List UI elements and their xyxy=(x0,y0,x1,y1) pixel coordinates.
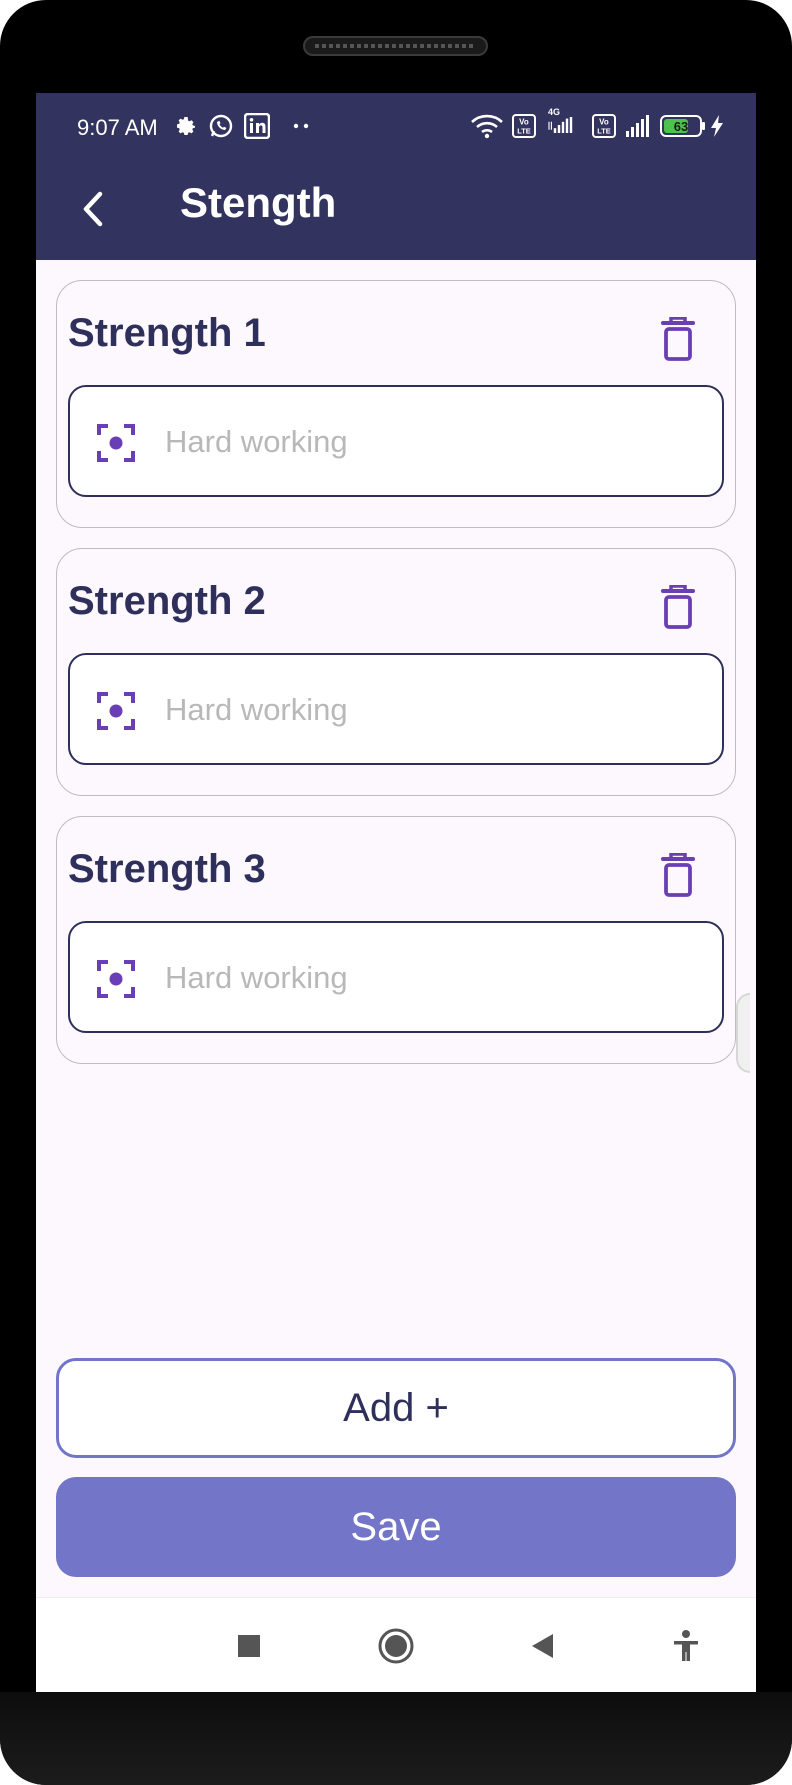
network-type-label: 4G xyxy=(548,107,561,117)
strength-field-3 xyxy=(68,921,724,1033)
status-bar: 9:07 AM Vo LTE 4G Vo LTE 63 xyxy=(36,93,756,159)
battery-level: 63 xyxy=(674,119,688,134)
strength-title-2: Strength 2 xyxy=(68,579,266,623)
strength-card-1: Strength 1 xyxy=(56,280,736,528)
strength-card-3: Strength 3 xyxy=(56,816,736,1064)
charging-icon xyxy=(710,113,724,139)
delete-strength-1-button[interactable] xyxy=(661,316,695,361)
strength-input-3[interactable] xyxy=(165,953,685,1003)
whatsapp-icon xyxy=(208,113,234,139)
signal-icon-2 xyxy=(622,113,652,139)
linkedin-icon xyxy=(244,113,270,139)
back-button[interactable] xyxy=(66,179,126,239)
svg-text:LTE: LTE xyxy=(597,127,611,136)
phone-bottom-bezel xyxy=(0,1692,792,1785)
volte-icon: Vo LTE xyxy=(512,113,536,139)
focus-target-icon xyxy=(97,960,135,998)
strength-card-2: Strength 2 xyxy=(56,548,736,796)
strength-input-1[interactable] xyxy=(165,417,685,467)
strength-title-1: Strength 1 xyxy=(68,311,266,355)
svg-text:Vo: Vo xyxy=(599,118,609,127)
save-button[interactable]: Save xyxy=(56,1477,736,1577)
recents-square-icon xyxy=(238,1635,260,1657)
trash-icon xyxy=(661,852,695,897)
more-dots-icon xyxy=(292,113,312,139)
volte-icon-2: Vo LTE xyxy=(592,113,616,139)
svg-text:LTE: LTE xyxy=(517,127,531,136)
battery-icon: 63 xyxy=(660,113,706,139)
chevron-left-icon xyxy=(83,191,103,227)
trash-icon xyxy=(661,316,695,361)
home-button[interactable] xyxy=(376,1626,416,1666)
accessibility-button[interactable] xyxy=(666,1626,706,1666)
strength-input-2[interactable] xyxy=(165,685,685,735)
delete-strength-2-button[interactable] xyxy=(661,584,695,629)
top-bar: 9:07 AM Vo LTE 4G Vo LTE 63 Stength xyxy=(36,93,756,260)
signal-icon: 4G xyxy=(544,107,578,133)
recents-button[interactable] xyxy=(229,1626,269,1666)
focus-target-icon xyxy=(97,424,135,462)
scroll-handle[interactable] xyxy=(736,993,750,1073)
strength-field-2 xyxy=(68,653,724,765)
focus-target-icon xyxy=(97,692,135,730)
back-triangle-icon xyxy=(532,1634,553,1658)
back-nav-button[interactable] xyxy=(523,1626,563,1666)
app-screen: 9:07 AM Vo LTE 4G Vo LTE 63 Stength Stre… xyxy=(36,93,756,1692)
settings-icon xyxy=(174,113,198,139)
strength-field-1 xyxy=(68,385,724,497)
strength-title-3: Strength 3 xyxy=(68,847,266,891)
home-circle-icon xyxy=(378,1628,414,1664)
trash-icon xyxy=(661,584,695,629)
phone-frame: 9:07 AM Vo LTE 4G Vo LTE 63 Stength Stre… xyxy=(0,0,792,1785)
phone-speaker xyxy=(303,36,488,56)
add-strength-button[interactable]: Add + xyxy=(56,1358,736,1458)
svg-text:Vo: Vo xyxy=(519,118,529,127)
delete-strength-3-button[interactable] xyxy=(661,852,695,897)
wifi-icon xyxy=(470,113,504,139)
accessibility-icon xyxy=(674,1630,698,1661)
page-title: Stength xyxy=(180,179,337,226)
status-time: 9:07 AM xyxy=(77,115,158,140)
system-nav-bar xyxy=(36,1597,756,1692)
